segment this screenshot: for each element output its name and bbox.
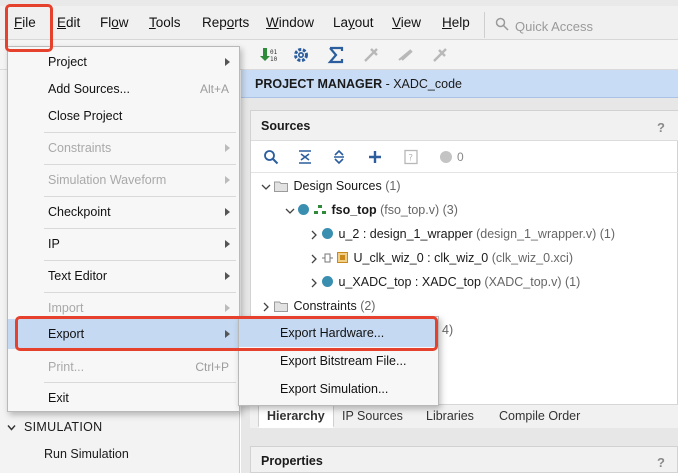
menu-window[interactable]: Window <box>266 15 314 30</box>
export-hardware-callout <box>15 316 438 351</box>
svg-text:01: 01 <box>270 49 278 56</box>
chevron-down-icon <box>261 184 271 190</box>
sources-title: Sources <box>261 119 311 133</box>
file-menu-print: Print... Ctrl+P <box>48 360 229 374</box>
file-menu: Project Add Sources... Alt+A Close Projec… <box>7 46 240 412</box>
tree-row-design-sources[interactable]: Design Sources (1) <box>261 179 400 199</box>
disabled-tool-icon <box>364 48 378 62</box>
page-title: PROJECT MANAGER - XADC_code <box>255 77 462 91</box>
chevron-down-icon <box>285 208 295 214</box>
chevron-right-icon <box>263 302 269 312</box>
quick-access-search[interactable]: Quick Access <box>484 12 678 38</box>
sources-header: Sources ? <box>251 111 678 141</box>
gear-icon[interactable] <box>291 45 311 65</box>
module-icon <box>322 276 334 287</box>
submenu-arrow-icon <box>225 208 230 216</box>
status-circle-icon <box>440 151 452 163</box>
sources-help-icon[interactable]: ? <box>657 120 665 135</box>
submenu-arrow-icon <box>225 58 230 66</box>
file-menu-callout <box>5 4 53 52</box>
chevron-right-icon <box>311 230 317 240</box>
quick-access-placeholder: Quick Access <box>515 19 594 34</box>
tab-compile-order[interactable]: Compile Order <box>499 409 580 423</box>
module-icon <box>298 204 310 215</box>
file-menu-close-project[interactable]: Close Project <box>8 101 239 131</box>
menu-edit[interactable]: Edit <box>57 15 80 30</box>
sources-toolbar: ? 0 <box>251 141 678 173</box>
search-icon[interactable] <box>263 149 279 165</box>
tab-libraries[interactable]: Libraries <box>426 409 474 423</box>
file-menu-constraints: Constraints <box>8 133 239 163</box>
properties-panel: Properties ? <box>250 446 678 473</box>
status-count: 0 <box>457 150 464 164</box>
tab-ip-sources[interactable]: IP Sources <box>342 409 403 423</box>
simulation-section[interactable]: SIMULATION <box>0 418 240 438</box>
folder-icon <box>274 301 289 312</box>
menu-bar: File Edit Flow Tools Reports Window Layo… <box>0 6 678 40</box>
hierarchy-icon <box>314 205 327 214</box>
collapse-all-icon[interactable] <box>297 149 313 165</box>
expand-all-icon[interactable] <box>331 149 347 165</box>
submenu-arrow-icon <box>225 176 230 184</box>
properties-help-icon[interactable]: ? <box>657 455 665 470</box>
ip-core-icon <box>337 252 349 263</box>
tab-hierarchy[interactable]: Hierarchy <box>258 405 334 428</box>
project-manager-header: PROJECT MANAGER - XADC_code <box>241 70 678 98</box>
menu-reports[interactable]: Reports <box>202 15 249 30</box>
file-menu-text-editor[interactable]: Text Editor <box>8 261 239 291</box>
tree-row-xadc-top[interactable]: u_XADC_top : XADC_top (XADC_top.v) (1) <box>309 275 580 295</box>
disabled-info-icon: ? <box>404 149 418 165</box>
submenu-arrow-icon <box>225 272 230 280</box>
tree-row-fso-top[interactable]: fso_top (fso_top.v) (3) <box>285 203 458 223</box>
menu-layout[interactable]: Layout <box>333 15 374 30</box>
submenu-arrow-icon <box>225 240 230 248</box>
sigma-icon[interactable] <box>326 45 346 65</box>
disabled-ruler-icon <box>398 49 413 61</box>
export-simulation-item[interactable]: Export Simulation... <box>239 375 438 403</box>
disabled-cross-icon <box>433 48 447 62</box>
ip-port-icon <box>322 253 334 263</box>
file-menu-ip[interactable]: IP <box>8 229 239 259</box>
simulation-section-label: SIMULATION <box>24 420 103 434</box>
properties-title: Properties <box>261 454 323 468</box>
run-simulation-item[interactable]: Run Simulation <box>44 447 129 461</box>
menu-flow[interactable]: Flow <box>100 15 129 30</box>
chevron-down-icon <box>7 425 16 431</box>
add-icon[interactable] <box>367 149 383 165</box>
file-menu-add-sources[interactable]: Add Sources... Alt+A <box>8 74 239 104</box>
project-manager-area: PROJECT MANAGER - XADC_code Sources ? ? … <box>241 70 678 473</box>
file-menu-exit[interactable]: Exit <box>8 383 239 413</box>
module-icon <box>322 228 334 239</box>
tree-row-partial: 4) <box>442 323 454 337</box>
chevron-right-icon <box>311 254 317 264</box>
file-menu-simulation-waveform: Simulation Waveform <box>8 165 239 195</box>
file-menu-checkpoint[interactable]: Checkpoint <box>8 197 239 227</box>
submenu-arrow-icon <box>225 144 230 152</box>
tree-row-clk-wiz[interactable]: U_clk_wiz_0 : clk_wiz_0 (clk_wiz_0.xci) <box>309 251 573 271</box>
menu-help[interactable]: Help <box>442 15 470 30</box>
search-icon <box>495 17 509 31</box>
menu-view[interactable]: View <box>392 15 421 30</box>
submenu-arrow-icon <box>225 304 230 312</box>
folder-icon <box>274 181 289 192</box>
menu-tools[interactable]: Tools <box>149 15 181 30</box>
export-bitstream-item[interactable]: Export Bitstream File... <box>239 347 438 375</box>
tree-row-u2[interactable]: u_2 : design_1_wrapper (design_1_wrapper… <box>309 227 615 247</box>
run-bitstream-icon[interactable]: 0110 <box>258 45 278 65</box>
svg-text:10: 10 <box>270 56 278 63</box>
sources-tabs: Hierarchy IP Sources Libraries Compile O… <box>250 404 678 428</box>
svg-text:?: ? <box>408 154 413 164</box>
chevron-right-icon <box>311 278 317 288</box>
